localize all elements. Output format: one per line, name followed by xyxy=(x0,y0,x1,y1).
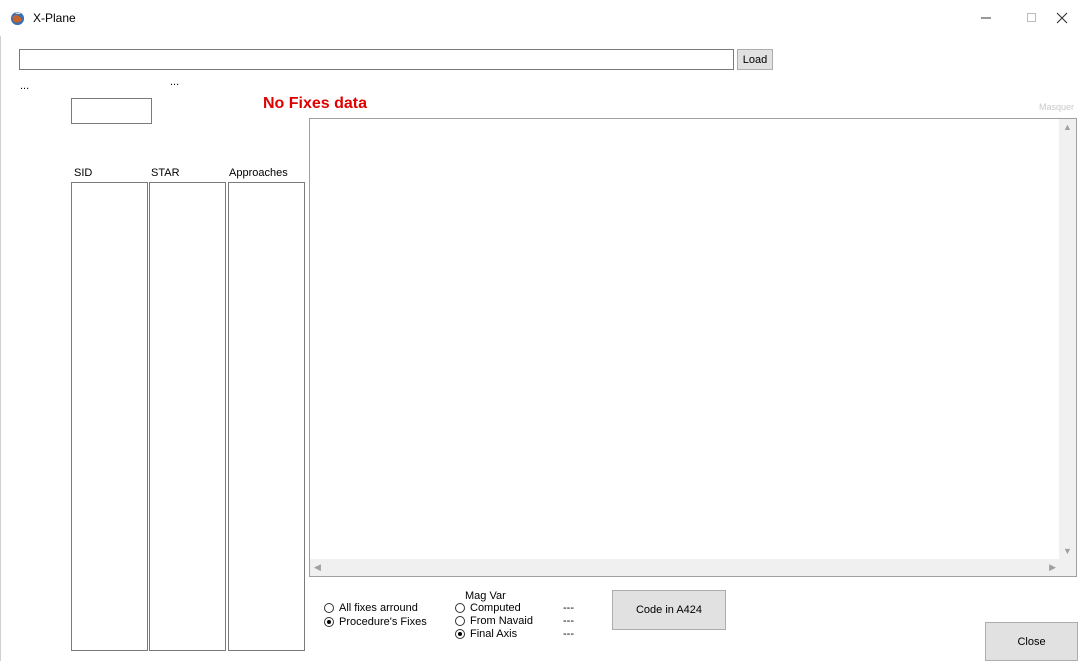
scroll-left-icon[interactable]: ◀ xyxy=(314,562,321,573)
approaches-list[interactable] xyxy=(228,182,305,651)
file-path-input[interactable] xyxy=(19,49,734,70)
vertical-scrollbar[interactable]: ▲ ▼ xyxy=(1059,119,1076,559)
status-dots-left: ... xyxy=(20,80,30,92)
radio-final-axis-button[interactable] xyxy=(455,628,465,639)
fixes-mode-group: All fixes arround Procedure's Fixes xyxy=(324,601,427,629)
load-button-label: Load xyxy=(742,53,768,66)
app-globe-icon xyxy=(10,11,25,26)
scroll-up-icon[interactable]: ▲ xyxy=(1063,122,1072,132)
radio-all-fixes[interactable]: All fixes arround xyxy=(324,601,427,615)
code-in-a424-button[interactable]: Code in A424 xyxy=(612,590,726,630)
star-label: STAR xyxy=(151,167,180,179)
scroll-right-icon[interactable]: ▶ xyxy=(1049,562,1056,573)
radio-computed[interactable]: Computed --- xyxy=(455,601,574,614)
window-left-border xyxy=(0,36,1,661)
code-input[interactable] xyxy=(71,98,152,124)
final-axis-value: --- xyxy=(563,627,574,640)
star-list[interactable] xyxy=(149,182,226,651)
minimize-button[interactable] xyxy=(963,0,1009,36)
scroll-down-icon[interactable]: ▼ xyxy=(1063,546,1072,556)
no-fixes-label: No Fixes data xyxy=(263,95,368,112)
magvar-group: Computed --- From Navaid --- Final Axis … xyxy=(455,601,574,640)
code-in-a424-label: Code in A424 xyxy=(635,604,703,616)
sid-list[interactable] xyxy=(71,182,148,651)
radio-from-navaid[interactable]: From Navaid --- xyxy=(455,614,574,627)
close-button-label: Close xyxy=(1017,635,1046,648)
radio-from-navaid-button[interactable] xyxy=(455,615,465,626)
title-bar: X-Plane xyxy=(0,0,1078,36)
horizontal-scrollbar[interactable]: ◀ ▶ xyxy=(310,559,1076,576)
masquer-link[interactable]: Masquer xyxy=(1039,102,1074,112)
radio-computed-button[interactable] xyxy=(455,602,465,613)
radio-final-axis[interactable]: Final Axis --- xyxy=(455,627,574,640)
sid-label: SID xyxy=(74,167,93,179)
from-navaid-value: --- xyxy=(563,614,574,627)
minimize-icon xyxy=(981,17,991,19)
close-window-button[interactable] xyxy=(1046,0,1078,36)
maximize-icon xyxy=(1027,13,1036,22)
status-dots-mid: ... xyxy=(170,76,180,88)
radio-procedure-fixes[interactable]: Procedure's Fixes xyxy=(324,615,427,629)
fixes-display[interactable]: ▲ ▼ ◀ ▶ xyxy=(309,118,1077,577)
computed-value: --- xyxy=(563,601,574,614)
radio-all-fixes-button[interactable] xyxy=(324,603,334,613)
window-title: X-Plane xyxy=(33,11,76,25)
radio-procedure-fixes-button[interactable] xyxy=(324,617,334,627)
close-x-icon xyxy=(1056,12,1068,24)
close-button[interactable]: Close xyxy=(985,622,1078,661)
radio-all-fixes-label: All fixes arround xyxy=(339,602,418,614)
radio-from-navaid-label: From Navaid xyxy=(470,614,533,627)
radio-procedure-fixes-label: Procedure's Fixes xyxy=(339,616,427,628)
radio-computed-label: Computed xyxy=(470,601,521,614)
load-button[interactable]: Load xyxy=(737,49,773,70)
approaches-label: Approaches xyxy=(229,167,288,179)
radio-final-axis-label: Final Axis xyxy=(470,627,518,640)
